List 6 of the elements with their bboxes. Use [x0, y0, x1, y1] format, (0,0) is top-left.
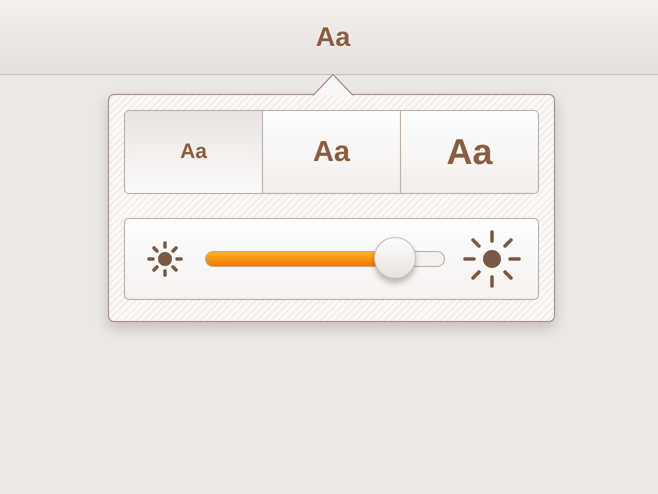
slider-thumb[interactable] — [374, 237, 416, 279]
text-size-option[interactable]: Aa — [400, 111, 538, 193]
bright-sun-icon — [462, 229, 522, 289]
text-size-option[interactable]: Aa — [125, 111, 262, 193]
text-size-option[interactable]: Aa — [262, 111, 400, 193]
font-button[interactable]: Aa — [310, 20, 356, 54]
